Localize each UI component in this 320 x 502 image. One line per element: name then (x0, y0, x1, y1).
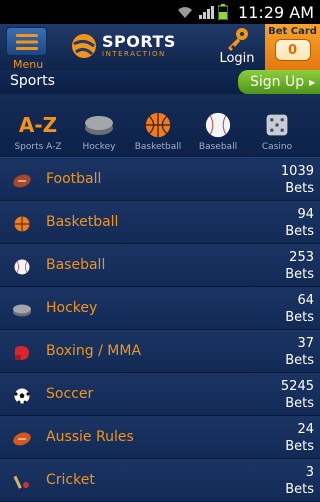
cricket-icon (13, 475, 29, 489)
hamburger-icon (15, 33, 38, 50)
bet-count-number: 3 (305, 465, 314, 480)
battery-icon (218, 4, 229, 20)
list-item-football[interactable]: Football 1039 Bets (0, 158, 320, 201)
category-hockey[interactable]: Hockey (70, 112, 128, 152)
bet-count: 253 Bets (285, 249, 314, 283)
bet-count-number: 253 (289, 250, 314, 265)
list-item-hockey[interactable]: Hockey 64 Bets (0, 287, 320, 330)
wifi-icon (178, 7, 193, 18)
bet-card-button[interactable]: Bet Card 0 (265, 24, 320, 70)
logo-ball-icon (72, 34, 96, 58)
list-item-soccer[interactable]: Soccer 5245 Bets (0, 373, 320, 416)
category-bar: A-Z Sports A-Z Hockey Basketball Basebal… (0, 94, 320, 158)
sport-name: Soccer (46, 386, 94, 402)
bet-count-unit: Bets (285, 181, 314, 196)
bet-count-unit: Bets (285, 396, 314, 411)
menu-button[interactable] (6, 27, 47, 56)
bet-count-number: 5245 (280, 379, 314, 394)
bet-count-unit: Bets (285, 482, 314, 497)
football-icon (13, 174, 31, 188)
login-button[interactable]: Login (210, 24, 264, 70)
sport-name: Basketball (46, 214, 119, 230)
category-label: Sports A-Z (14, 142, 62, 152)
bet-count: 37 Bets (285, 335, 314, 369)
bet-count-number: 64 (297, 293, 314, 308)
hockey-puck-icon (85, 116, 113, 135)
football-icon (13, 432, 31, 446)
sport-name: Aussie Rules (46, 429, 134, 445)
basketball-icon (14, 216, 30, 232)
sport-name: Baseball (46, 257, 106, 273)
category-label: Casino (261, 142, 293, 152)
list-item-cricket[interactable]: Cricket 3 Bets (0, 459, 320, 502)
bet-count: 64 Bets (285, 292, 314, 326)
arrow-right-icon: ▶ (309, 77, 316, 87)
boxing-glove-icon (14, 346, 29, 360)
logo-sub-text: INTERACTION (102, 50, 166, 58)
sports-interaction-logo: SPORTS INTERACTION (70, 32, 176, 60)
bet-count: 94 Bets (285, 206, 314, 240)
bet-count-unit: Bets (285, 353, 314, 368)
sport-name: Boxing / MMA (46, 343, 142, 359)
category-sports-a-z[interactable]: A-Z Sports A-Z (9, 112, 67, 152)
status-bar: 11:29 AM (0, 0, 320, 24)
sign-up-button[interactable]: Sign Up ▶ (238, 70, 320, 94)
sub-header: Sports Sign Up ▶ (0, 70, 320, 94)
bet-count-number: 24 (297, 422, 314, 437)
logo-main-text: SPORTS (102, 32, 176, 51)
clock: 11:29 AM (238, 2, 314, 22)
bet-card-label: Bet Card (268, 26, 317, 37)
key-icon (228, 28, 248, 51)
bet-count: 24 Bets (285, 421, 314, 455)
dice-icon (266, 114, 288, 136)
login-label: Login (219, 51, 255, 66)
list-item-basketball[interactable]: Basketball 94 Bets (0, 201, 320, 244)
a-z-icon: A-Z (18, 113, 58, 137)
category-label: Hockey (82, 142, 116, 152)
bet-count-number: 37 (297, 336, 314, 351)
category-basketball[interactable]: Basketball (129, 112, 187, 152)
signal-icon (199, 6, 215, 19)
bet-count-unit: Bets (285, 224, 314, 239)
basketball-icon (145, 112, 171, 138)
sports-list: Football 1039 Bets Basketball 94 Bets Ba… (0, 158, 320, 502)
bet-card-count: 0 (274, 39, 311, 61)
sport-name: Football (46, 171, 102, 187)
sport-name: Cricket (46, 472, 95, 488)
sport-name: Hockey (46, 300, 98, 316)
page-title: Sports (10, 73, 55, 89)
sign-up-label: Sign Up (250, 74, 305, 90)
bet-count-number: 1039 (280, 164, 314, 179)
bet-count: 3 Bets (285, 464, 314, 498)
bet-count: 1039 Bets (281, 163, 314, 197)
bet-count-unit: Bets (285, 310, 314, 325)
category-label: Basketball (134, 142, 182, 152)
list-item-aussie-rules[interactable]: Aussie Rules 24 Bets (0, 416, 320, 459)
soccer-ball-icon (14, 388, 30, 404)
hockey-puck-icon (13, 304, 31, 317)
bet-count-number: 94 (297, 207, 314, 222)
category-label: Baseball (198, 142, 238, 152)
list-item-boxing-mma[interactable]: Boxing / MMA 37 Bets (0, 330, 320, 373)
baseball-icon (205, 112, 231, 138)
category-casino[interactable]: Casino (248, 112, 306, 152)
bet-count: 5245 Bets (281, 378, 314, 412)
bet-count-unit: Bets (285, 267, 314, 282)
category-baseball[interactable]: Baseball (189, 112, 247, 152)
list-item-baseball[interactable]: Baseball 253 Bets (0, 244, 320, 287)
bet-count-unit: Bets (285, 439, 314, 454)
baseball-icon (14, 259, 30, 275)
